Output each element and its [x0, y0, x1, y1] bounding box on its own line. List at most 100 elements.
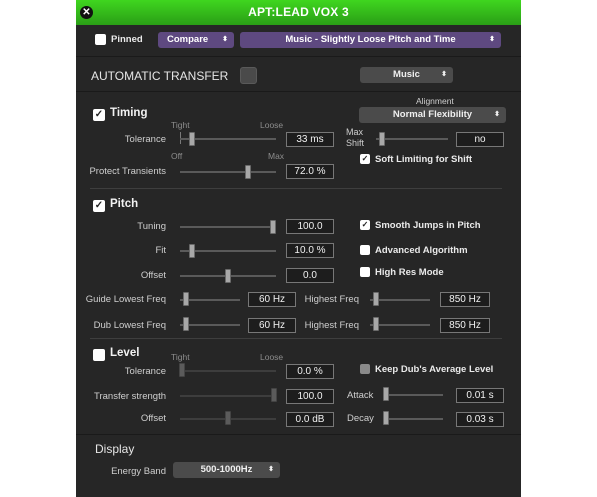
- plugin-window: ✕ APT:LEAD VOX 3 Pinned Compare ⬍ Music …: [76, 0, 521, 497]
- slider-thumb[interactable]: [225, 411, 231, 425]
- pinned-checkbox[interactable]: [95, 34, 106, 45]
- guide-highest-freq-label: Highest Freq: [304, 294, 359, 305]
- protect-transients-label: Protect Transients: [89, 166, 166, 177]
- decay-value[interactable]: 0.03 s: [456, 412, 504, 427]
- slider-thumb[interactable]: [225, 269, 231, 283]
- level-tolerance-label: Tolerance: [124, 366, 166, 377]
- energy-band-value: 500-1000Hz: [200, 464, 253, 475]
- pitch-checkbox[interactable]: ✓: [93, 200, 105, 212]
- pinned-label: Pinned: [111, 34, 143, 45]
- max-label: Max: [268, 151, 285, 161]
- slider-thumb[interactable]: [373, 292, 379, 306]
- level-offset-value[interactable]: 0.0 dB: [286, 412, 334, 427]
- transfer-mode-dropdown[interactable]: Music ⬍: [360, 67, 453, 83]
- automatic-transfer-toggle[interactable]: [240, 67, 257, 84]
- title-bar: ✕ APT:LEAD VOX 3: [76, 0, 521, 25]
- dub-highest-freq-label: Highest Freq: [304, 320, 359, 331]
- keep-average-level-checkbox[interactable]: [360, 364, 370, 374]
- chevron-updown-icon: ⬍: [441, 71, 447, 78]
- energy-band-dropdown[interactable]: 500-1000Hz ⬍: [173, 462, 280, 478]
- advanced-algorithm-checkbox[interactable]: [360, 245, 370, 255]
- level-tolerance-slider[interactable]: [180, 370, 276, 372]
- slider-thumb[interactable]: [183, 292, 189, 306]
- max-shift-label-line2: Shift: [346, 138, 365, 148]
- max-shift-label-line1: Max: [346, 127, 364, 137]
- divider: [90, 338, 502, 339]
- advanced-algorithm-label: Advanced Algorithm: [375, 245, 468, 256]
- guide-highest-freq-slider[interactable]: [370, 299, 430, 301]
- tuning-value[interactable]: 100.0: [286, 219, 334, 234]
- preset-label: Music - Slightly Loose Pitch and Time: [285, 34, 456, 45]
- max-shift-value[interactable]: no: [456, 132, 504, 147]
- protect-transients-value[interactable]: 72.0 %: [286, 164, 334, 179]
- transfer-mode-value: Music: [393, 69, 420, 80]
- guide-lowest-freq-label: Guide Lowest Freq: [85, 294, 166, 305]
- high-res-checkbox[interactable]: [360, 267, 370, 277]
- loose-label: Loose: [260, 352, 284, 362]
- dub-lowest-freq-label: Dub Lowest Freq: [93, 320, 166, 331]
- dub-highest-freq-value[interactable]: 850 Hz: [440, 318, 490, 333]
- guide-lowest-freq-slider[interactable]: [180, 299, 240, 301]
- slider-thumb[interactable]: [183, 317, 189, 331]
- preset-dropdown[interactable]: Music - Slightly Loose Pitch and Time ⬍: [240, 32, 501, 48]
- decay-label: Decay: [347, 413, 374, 424]
- slider-thumb[interactable]: [179, 363, 185, 377]
- fit-label: Fit: [155, 245, 166, 256]
- smooth-jumps-checkbox[interactable]: ✓: [360, 220, 370, 230]
- loose-label: Loose: [260, 120, 284, 130]
- dub-lowest-freq-slider[interactable]: [180, 324, 240, 326]
- level-offset-label: Offset: [140, 413, 166, 424]
- slider-thumb[interactable]: [383, 387, 389, 401]
- automatic-transfer-label: AUTOMATIC TRANSFER: [91, 69, 229, 83]
- timing-checkbox[interactable]: ✓: [93, 109, 105, 121]
- pitch-offset-label: Offset: [140, 270, 166, 281]
- decay-slider[interactable]: [383, 418, 443, 420]
- attack-value[interactable]: 0.01 s: [456, 388, 504, 403]
- tuning-slider[interactable]: [180, 226, 276, 228]
- soft-limiting-label: Soft Limiting for Shift: [375, 154, 473, 165]
- attack-slider[interactable]: [383, 394, 443, 396]
- slider-thumb[interactable]: [373, 317, 379, 331]
- transfer-strength-value[interactable]: 100.0: [286, 389, 334, 404]
- guide-highest-freq-value[interactable]: 850 Hz: [440, 292, 490, 307]
- alignment-value: Normal Flexibility: [392, 109, 473, 120]
- smooth-jumps-label: Smooth Jumps in Pitch: [375, 220, 481, 231]
- tight-label: Tight: [171, 352, 190, 362]
- slider-thumb[interactable]: [383, 411, 389, 425]
- level-checkbox[interactable]: [93, 349, 105, 361]
- protect-transients-slider[interactable]: [180, 171, 276, 173]
- tuning-label: Tuning: [137, 221, 166, 232]
- timing-tolerance-value[interactable]: 33 ms: [286, 132, 334, 147]
- divider: [76, 56, 521, 57]
- chevron-updown-icon: ⬍: [489, 36, 495, 43]
- transfer-strength-slider[interactable]: [180, 395, 276, 397]
- dub-lowest-freq-value[interactable]: 60 Hz: [248, 318, 296, 333]
- fit-value[interactable]: 10.0 %: [286, 243, 334, 258]
- soft-limiting-checkbox[interactable]: ✓: [360, 154, 370, 164]
- slider-thumb[interactable]: [270, 220, 276, 234]
- level-tolerance-value[interactable]: 0.0 %: [286, 364, 334, 379]
- slider-thumb[interactable]: [271, 388, 277, 402]
- slider-thumb[interactable]: [189, 244, 195, 258]
- chevron-updown-icon: ⬍: [494, 111, 500, 118]
- divider: [76, 91, 521, 92]
- chevron-updown-icon: ⬍: [268, 466, 274, 473]
- attack-label: Attack: [347, 390, 374, 401]
- guide-lowest-freq-value[interactable]: 60 Hz: [248, 292, 296, 307]
- compare-dropdown[interactable]: Compare ⬍: [158, 32, 234, 48]
- divider: [90, 188, 502, 189]
- slider-thumb[interactable]: [379, 132, 386, 146]
- divider: [76, 434, 521, 435]
- compare-label: Compare: [167, 34, 209, 45]
- slider-thumb[interactable]: [244, 165, 251, 179]
- dub-highest-freq-slider[interactable]: [370, 324, 430, 326]
- max-shift-slider[interactable]: [376, 138, 448, 140]
- off-label: Off: [171, 151, 183, 161]
- pitch-offset-value[interactable]: 0.0: [286, 268, 334, 283]
- high-res-label: High Res Mode: [375, 267, 444, 278]
- window-title: APT:LEAD VOX 3: [248, 5, 349, 19]
- slider-thumb[interactable]: [189, 132, 195, 146]
- chevron-updown-icon: ⬍: [222, 36, 228, 43]
- alignment-dropdown[interactable]: Normal Flexibility ⬍: [359, 107, 506, 123]
- tolerance-label: Tolerance: [124, 134, 166, 145]
